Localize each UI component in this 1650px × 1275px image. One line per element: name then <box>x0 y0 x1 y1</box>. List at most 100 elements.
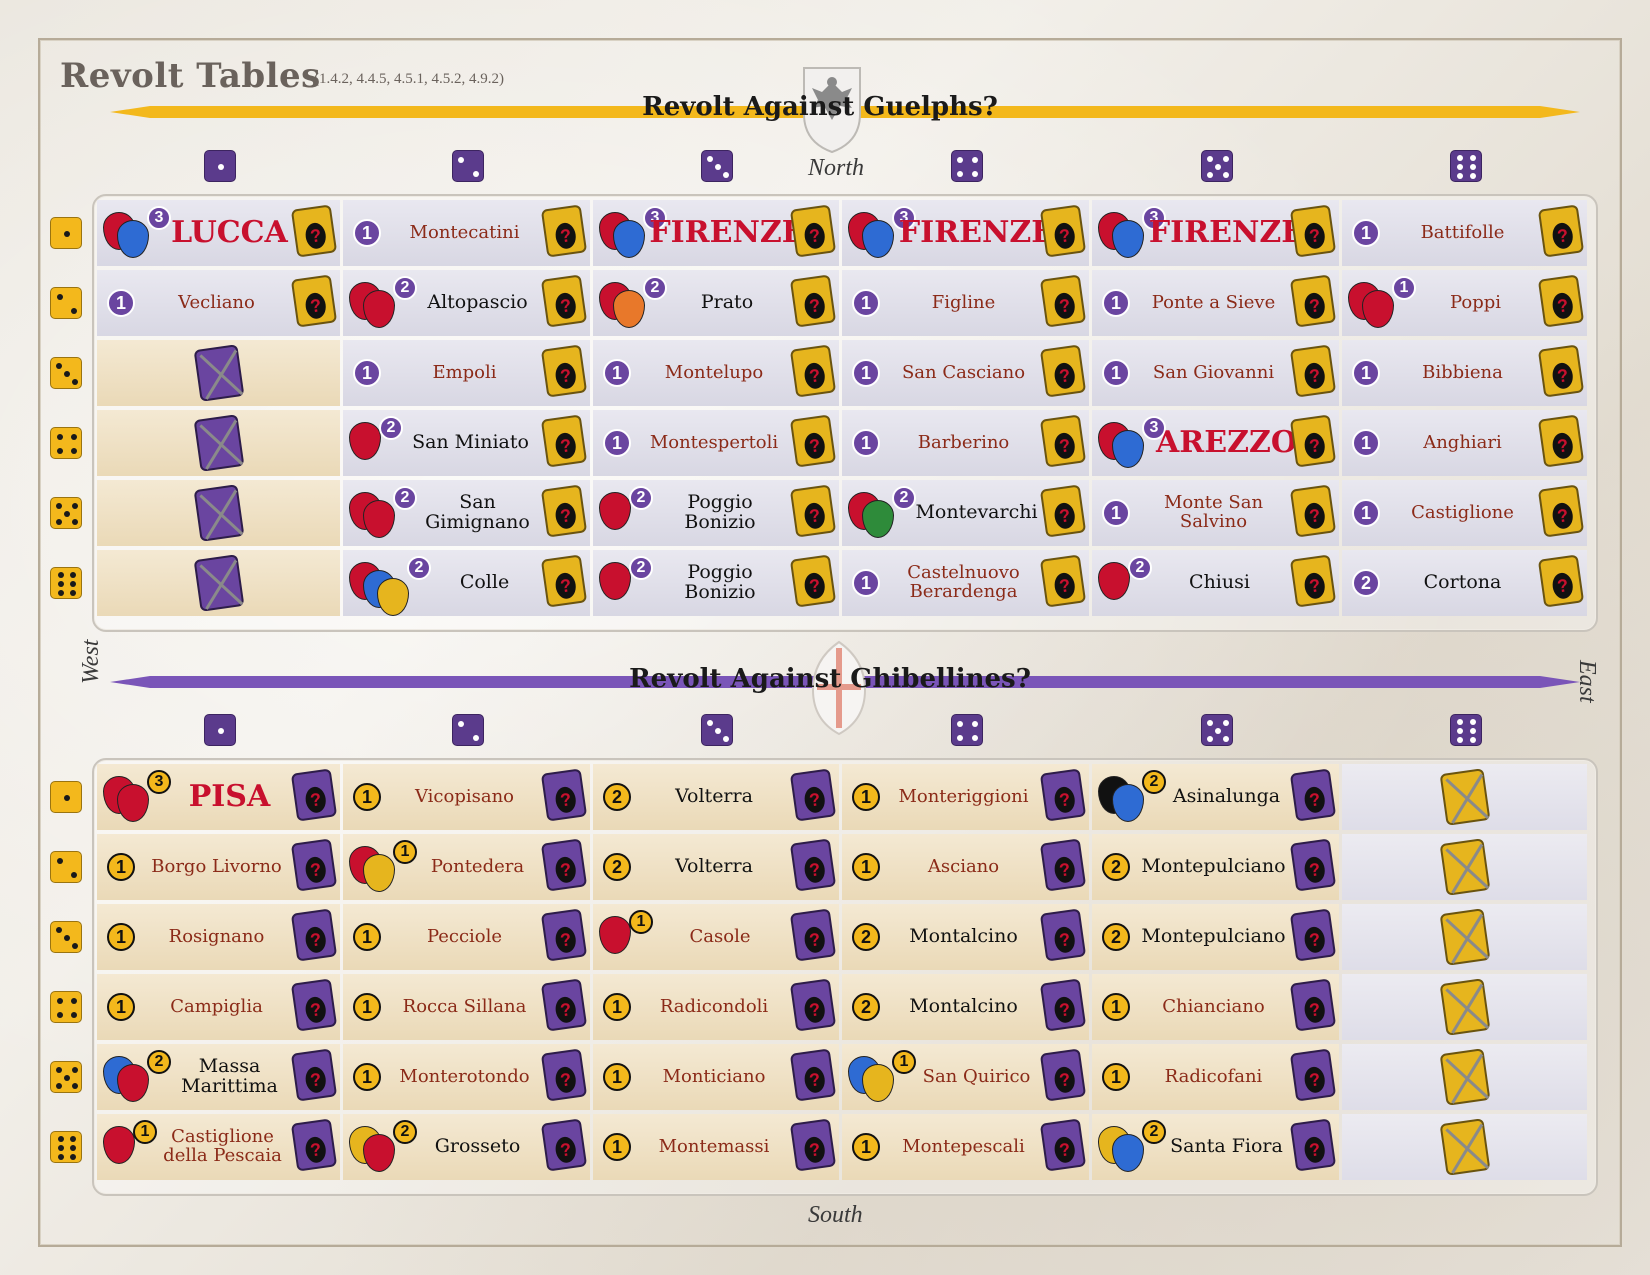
question-mark-icon: ? <box>1302 431 1327 461</box>
town-name: Figline <box>931 291 996 313</box>
table-cell: 1 Vecliano? <box>97 270 340 336</box>
question-mark-icon: ? <box>553 785 578 815</box>
rule-references: (1.4.2, 4.4.5, 4.5.1, 4.5.2, 4.9.2) <box>314 71 504 87</box>
die-pip <box>957 171 964 178</box>
town-name: Pecciole <box>426 925 503 947</box>
coat-of-arms-shield-icon <box>599 492 631 530</box>
coat-of-arms-shield-icon <box>363 290 395 328</box>
question-mark-icon: ? <box>1052 501 1077 531</box>
die-pip <box>1469 155 1476 162</box>
guelph-table-column-die-5 <box>1200 150 1233 182</box>
table-cell: 2 San Gimignano? <box>343 480 590 546</box>
table-cell: 3 LUCCA? <box>97 200 340 266</box>
guelph-token-icon: ? <box>540 978 588 1032</box>
die-pip <box>723 172 729 178</box>
question-mark-icon: ? <box>553 1135 578 1165</box>
guelph-token-icon: ? <box>290 978 338 1032</box>
strength-number: 1 <box>107 923 135 951</box>
town-name: Montelupo <box>664 361 764 383</box>
town-name: San Miniato <box>412 431 529 454</box>
question-mark-icon: ? <box>802 571 827 601</box>
guelph-token-icon: ? <box>540 1048 588 1102</box>
town-name: LUCCA <box>171 215 288 251</box>
coat-of-arms-shield-icon <box>1112 430 1144 468</box>
coat-of-arms-shield-icon <box>117 784 149 822</box>
town-name: Colle <box>459 571 510 594</box>
guelph-token-icon: ? <box>290 908 338 962</box>
ghibelline-table-row-die-6 <box>50 1131 82 1163</box>
die-pip <box>1469 172 1476 179</box>
table-cell: 2 Volterra? <box>593 764 839 830</box>
die-pip <box>70 589 77 596</box>
ghibelline-token-icon: ? <box>789 204 837 258</box>
strength-number: 1 <box>852 853 880 881</box>
question-mark-icon: ? <box>1052 291 1077 321</box>
ghibelline-token-icon: ? <box>1537 554 1585 608</box>
town-name: Castiglione della Pescaia <box>163 1126 282 1166</box>
cross-out-icon <box>198 559 243 610</box>
coat-of-arms-shield-icon <box>1362 290 1394 328</box>
table-cell: 2 San Miniato? <box>343 410 590 476</box>
cross-out-icon <box>1444 983 1489 1034</box>
die-pip <box>64 935 70 941</box>
town-name: Prato <box>700 291 754 314</box>
question-mark-icon: ? <box>553 925 578 955</box>
strength-number: 1 <box>852 359 880 387</box>
table-cell: 1 Castelnuovo Berardenga? <box>842 550 1089 616</box>
die-pip <box>1214 164 1221 170</box>
table-cell: 1 Monterotondo? <box>343 1044 590 1110</box>
town-name: Monterotondo <box>399 1065 530 1087</box>
question-mark-icon: ? <box>553 855 578 885</box>
table-cell: 1 San Quirico? <box>842 1044 1089 1110</box>
guelph-token-icon: ? <box>1039 768 1087 822</box>
cross-out-icon <box>198 349 243 400</box>
question-mark-icon: ? <box>1302 995 1327 1025</box>
question-mark-icon: ? <box>303 925 328 955</box>
die-pip <box>56 519 62 525</box>
crossed-out-guelph-token-icon <box>193 554 244 612</box>
town-name: Borgo Livorno <box>151 855 282 877</box>
guelph-token-icon: ? <box>789 908 837 962</box>
table-cell: 1 Pecciole? <box>343 904 590 970</box>
table-cell: 2 Poggio Bonizio? <box>593 550 839 616</box>
ghibelline-table-row-die-5 <box>50 1061 82 1093</box>
question-mark-icon: ? <box>1550 361 1575 391</box>
die-pip <box>1206 736 1213 742</box>
die-pip <box>1469 736 1476 743</box>
question-mark-icon: ? <box>802 855 827 885</box>
die-pip <box>971 735 978 742</box>
die-pip <box>57 589 64 596</box>
guelph-token-icon: ? <box>789 838 837 892</box>
town-name: Battifolle <box>1420 221 1505 243</box>
guelph-token-icon: ? <box>540 838 588 892</box>
table-cell: 1 Bibbiena? <box>1342 340 1587 406</box>
die-pip <box>1222 156 1229 162</box>
die-pip <box>957 735 964 742</box>
ghibelline-token-icon: ? <box>1537 344 1585 398</box>
coat-of-arms-shield-icon <box>862 500 894 538</box>
table-cell: 1 Campiglia? <box>97 974 340 1040</box>
town-name: Montepulciano <box>1141 855 1286 878</box>
ghibelline-table-column-die-6 <box>1449 714 1482 746</box>
question-mark-icon: ? <box>802 1135 827 1165</box>
die-pip <box>64 795 70 801</box>
ghibelline-token-icon: ? <box>540 414 588 468</box>
coat-of-arms-shield-icon <box>862 1064 894 1102</box>
coat-of-arms-shield-icon <box>117 220 149 258</box>
ghibelline-token-icon: ? <box>1289 414 1337 468</box>
die-pip <box>70 572 77 579</box>
die-pip <box>971 156 978 163</box>
die-pip <box>72 943 78 949</box>
guelph-table-row-die-3 <box>50 357 82 389</box>
guelph-token-icon: ? <box>290 768 338 822</box>
question-mark-icon: ? <box>802 501 827 531</box>
die-pip <box>1457 155 1464 162</box>
question-mark-icon: ? <box>1302 1135 1327 1165</box>
table-cell <box>1342 834 1587 900</box>
question-mark-icon: ? <box>303 1065 328 1095</box>
coat-of-arms-shield-icon <box>599 562 631 600</box>
town-name: FIRENZE <box>649 215 805 251</box>
guelph-token-icon: ? <box>1039 978 1087 1032</box>
town-name: Poggio Bonizio <box>684 491 756 533</box>
question-mark-icon: ? <box>1052 571 1077 601</box>
